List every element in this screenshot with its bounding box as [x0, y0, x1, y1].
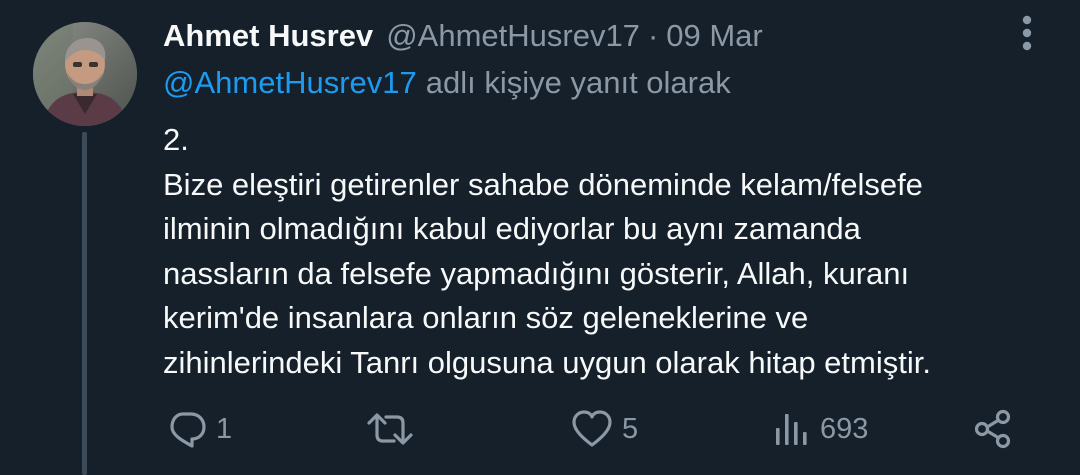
- author-handle[interactable]: @AhmetHusrev17: [386, 18, 640, 54]
- share-button[interactable]: [972, 402, 1014, 456]
- views-button[interactable]: 693: [772, 402, 868, 456]
- reply-button[interactable]: 1: [166, 402, 232, 456]
- avatar-photo: [33, 22, 137, 126]
- tweet-header: Ahmet Husrev @AhmetHusrev17 · 09 Mar: [163, 16, 763, 56]
- share-nodes-icon: [974, 409, 1011, 449]
- bar-chart-icon: [776, 414, 807, 445]
- tweet-body-line: ilminin olmadığını kabul ediyorlar bu ay…: [163, 211, 861, 246]
- retweet-arrows-icon: [367, 413, 413, 445]
- author-name[interactable]: Ahmet Husrev: [163, 18, 373, 54]
- tweet-body-line: zihinlerindeki Tanrı olgusuna uygun olar…: [163, 344, 931, 380]
- replying-to-line: @AhmetHusrev17 adlı kişiye yanıt olarak: [163, 63, 731, 103]
- like-count: 5: [622, 412, 639, 445]
- tweet-date[interactable]: 09 Mar: [666, 18, 762, 54]
- tweet-body-line: nassların da felsefe yapmadığını gösteri…: [163, 255, 910, 291]
- more-options-button[interactable]: [1010, 14, 1044, 54]
- reply-to-mention-link[interactable]: @AhmetHusrev17: [163, 65, 417, 101]
- tweet-body-line: kerim'de insanlara onların söz gelenekle…: [163, 300, 809, 335]
- tweet-body-line: Bize eleştiri getirenler sahabe dönemind…: [163, 166, 923, 202]
- header-separator: ·: [647, 18, 659, 53]
- heart-icon: [572, 410, 612, 447]
- like-button[interactable]: 5: [570, 402, 638, 456]
- reply-to-suffix: adlı kişiye yanıt olarak: [425, 65, 731, 100]
- reply-count: 1: [216, 412, 233, 445]
- retweet-button[interactable]: [366, 402, 422, 456]
- speech-bubble-icon: [170, 412, 206, 448]
- tweet-body-line: 2.: [163, 122, 189, 157]
- views-count: 693: [820, 412, 869, 445]
- vertical-dots-icon: [1022, 15, 1032, 51]
- tweet-body: 2. Bize eleştiri getirenler sahabe dönem…: [163, 118, 1043, 385]
- thread-connector-line: [82, 132, 87, 475]
- avatar[interactable]: [33, 22, 137, 126]
